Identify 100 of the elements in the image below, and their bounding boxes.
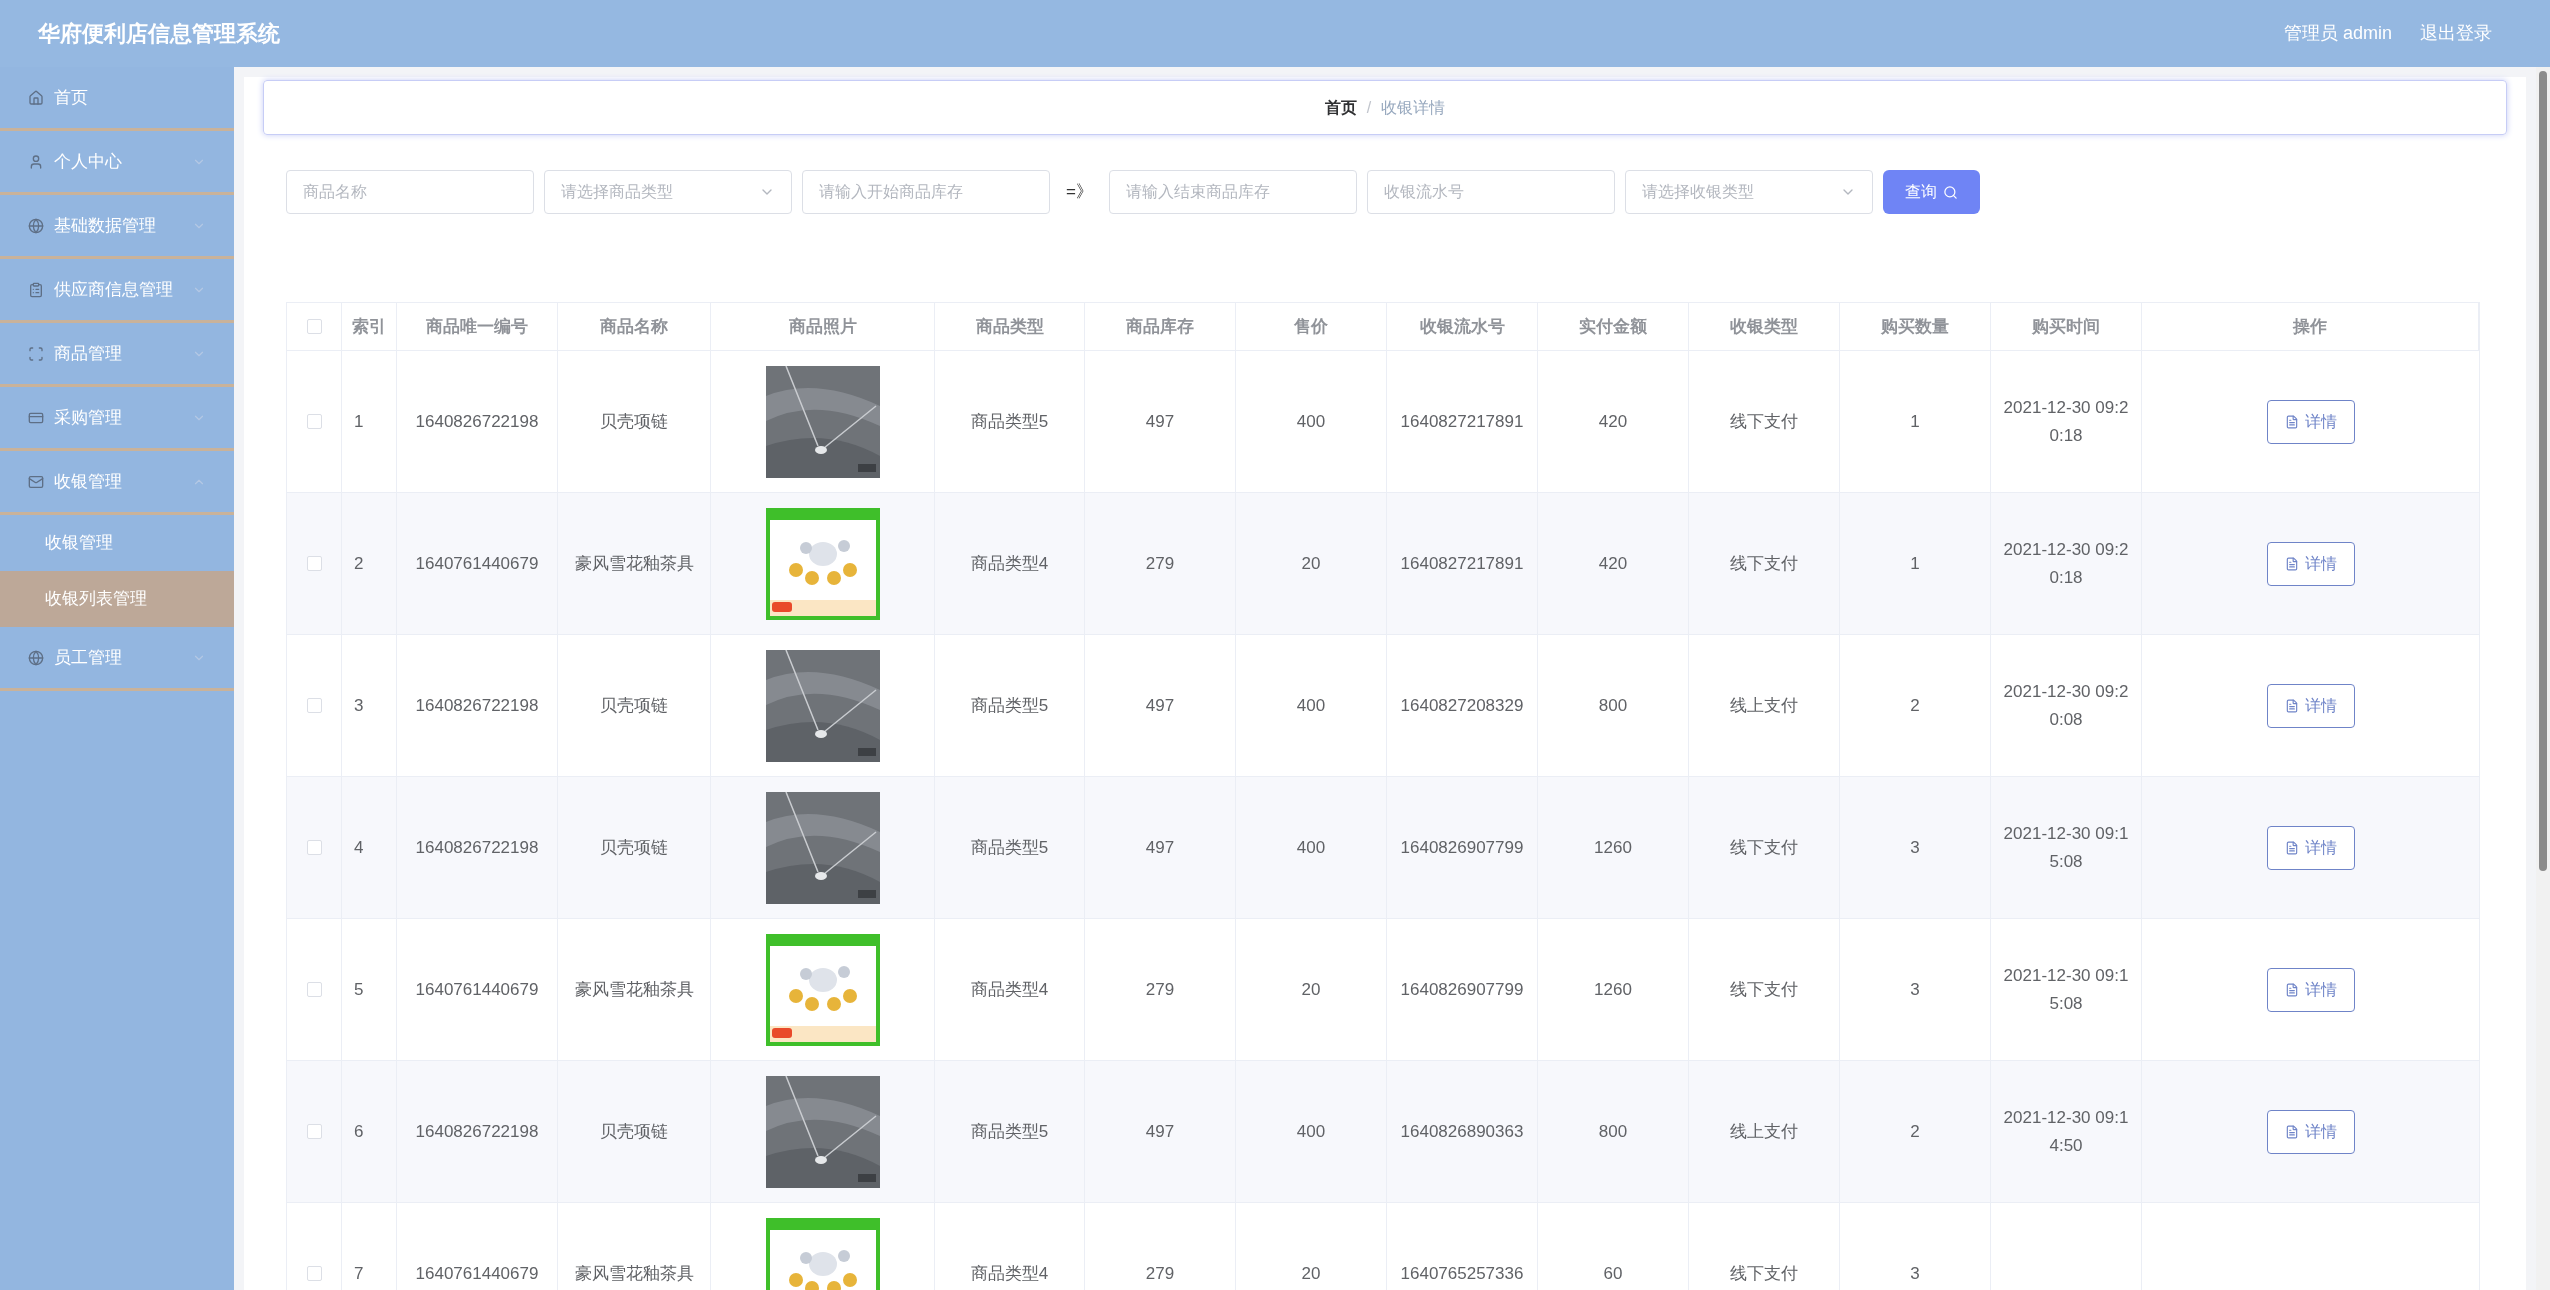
table-cell-text: 3 [1910, 1262, 1920, 1285]
table-cell-text: 800 [1598, 1120, 1628, 1143]
details-button[interactable]: 详情 [2266, 825, 2355, 870]
sidebar-subitem[interactable]: 收银管理 [0, 515, 234, 571]
table-cell-text: 2021-12-30 09:20:08 [2003, 680, 2129, 731]
table-cell-text: 2021-12-30 09:15:08 [2003, 964, 2129, 1015]
logout-link[interactable]: 退出登录 [2420, 20, 2492, 47]
sidebar-subitem[interactable]: 收银列表管理 [0, 571, 234, 627]
table-cell-text: 400 [1296, 694, 1326, 717]
input-field[interactable]: 请输入结束商品库存 [1108, 170, 1357, 214]
table-cell-text: 497 [1145, 694, 1175, 717]
table-cell-text: 贝壳项链 [600, 410, 668, 433]
details-button[interactable]: 详情 [2266, 1109, 2355, 1154]
row-checkbox[interactable] [306, 414, 322, 429]
column-header: 操作 [2293, 315, 2327, 338]
table-cell-text: 商品类型5 [970, 836, 1049, 859]
search-button[interactable]: 查询 [1882, 170, 1980, 214]
table-cell-text: 497 [1145, 836, 1175, 859]
table-cell-text: 400 [1296, 410, 1326, 433]
mail-icon [28, 473, 44, 490]
table-cell-text: 1260 [1594, 836, 1632, 859]
sidebar-item[interactable]: 采购管理 [0, 387, 234, 451]
sidebar-item[interactable]: 个人中心 [0, 131, 234, 195]
table-cell-text: 1 [354, 410, 364, 433]
row-checkbox[interactable] [306, 1266, 322, 1281]
table-cell-text: 线上支付 [1730, 1120, 1798, 1143]
column-header: 购买时间 [2032, 315, 2100, 338]
column-header: 商品类型 [975, 315, 1044, 338]
table-cell-text: 1 [1910, 410, 1920, 433]
row-checkbox[interactable] [306, 982, 322, 997]
breadcrumb-link[interactable]: 首页 [1324, 95, 1357, 120]
table-cell-text: 贝壳项链 [600, 1120, 668, 1143]
table-cell-text: 商品类型5 [970, 694, 1049, 717]
details-button[interactable]: 详情 [2266, 399, 2355, 444]
row-checkbox[interactable] [306, 840, 322, 855]
sidebar-item[interactable]: 收银管理 [0, 451, 234, 515]
table-cell-text: 20 [1301, 552, 1321, 575]
table-cell-text: 3 [1910, 978, 1920, 1001]
table-cell-text: 1260 [1594, 978, 1632, 1001]
table-cell-text: 线下支付 [1730, 978, 1798, 1001]
table-cell-text: 商品类型4 [970, 552, 1049, 575]
table-cell-text: 2 [1910, 1120, 1920, 1143]
sidebar-item[interactable]: 员工管理 [0, 627, 234, 691]
home-icon [28, 89, 44, 106]
table-cell-text: 线下支付 [1730, 836, 1798, 859]
select-field[interactable]: 请选择收银类型 [1624, 170, 1873, 214]
input-field[interactable]: 收银流水号 [1366, 170, 1615, 214]
table-cell-text: 1640761440679 [415, 978, 539, 1001]
table-cell-text: 商品类型4 [970, 1262, 1049, 1285]
table-cell-text: 279 [1145, 978, 1175, 1001]
search-icon [1942, 184, 1958, 200]
table-cell-text: 497 [1145, 410, 1175, 433]
app-title: 华府便利店信息管理系统 [38, 20, 280, 48]
table-cell-text: 1640827217891 [1400, 410, 1524, 433]
sidebar-item[interactable]: 供应商信息管理 [0, 259, 234, 323]
table-cell-text: 1640761440679 [415, 1262, 539, 1285]
user-icon [28, 153, 44, 170]
table-cell-text: 6 [354, 1120, 364, 1143]
column-header: 商品照片 [788, 315, 857, 338]
table-cell-text: 20 [1301, 978, 1321, 1001]
column-header: 售价 [1294, 315, 1328, 338]
table-cell-text: 贝壳项链 [600, 694, 668, 717]
select-field[interactable]: 请选择商品类型 [544, 170, 792, 214]
table-cell-text: 800 [1598, 694, 1628, 717]
sidebar-item[interactable]: 首页 [0, 67, 234, 131]
table-cell-text: 7 [354, 1262, 364, 1285]
column-header: 索引 [352, 315, 386, 338]
row-checkbox[interactable] [306, 556, 322, 571]
document-icon [2284, 414, 2299, 429]
details-button[interactable]: 详情 [2266, 683, 2355, 728]
document-icon [2284, 982, 2299, 997]
table-cell-text: 497 [1145, 1120, 1175, 1143]
table-cell-text: 1640827208329 [1400, 694, 1524, 717]
column-header: 实付金额 [1579, 315, 1647, 338]
table-cell-text: 2021-12-30 09:14:50 [2003, 1106, 2129, 1157]
document-icon [2284, 1124, 2299, 1139]
row-checkbox[interactable] [306, 698, 322, 713]
table-cell-text: 1640826907799 [1400, 978, 1524, 1001]
sidebar-item[interactable]: 商品管理 [0, 323, 234, 387]
column-header: 收银类型 [1730, 315, 1798, 338]
table-cell-text: 贝壳项链 [600, 836, 668, 859]
table-cell-text: 60 [1603, 1262, 1623, 1285]
details-button[interactable]: 详情 [2266, 967, 2355, 1012]
input-field[interactable]: 请输入开始商品库存 [802, 170, 1050, 214]
document-icon [2284, 556, 2299, 571]
table-cell-text: 线下支付 [1730, 410, 1798, 433]
table-cell-text: 线上支付 [1730, 694, 1798, 717]
row-checkbox[interactable] [306, 1124, 322, 1139]
table-cell-text: 420 [1598, 410, 1628, 433]
table-cell-text: 3 [1910, 836, 1920, 859]
input-field[interactable]: 商品名称 [286, 170, 534, 214]
sidebar-item[interactable]: 基础数据管理 [0, 195, 234, 259]
table-cell-text: 1640826722198 [415, 410, 539, 433]
breadcrumb-link[interactable]: 收银详情 [1381, 95, 1446, 120]
column-header: 商品名称 [600, 315, 668, 338]
globe-icon [28, 217, 44, 234]
column-header: 商品库存 [1126, 315, 1194, 338]
table-cell-text: 1640826722198 [415, 1120, 539, 1143]
select-all-checkbox[interactable] [306, 319, 322, 334]
details-button[interactable]: 详情 [2266, 541, 2355, 586]
